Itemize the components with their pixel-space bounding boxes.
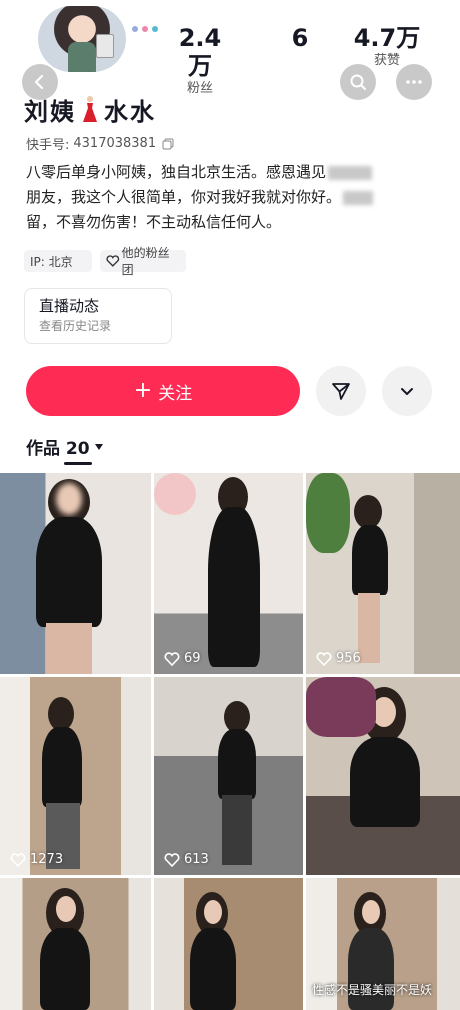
like-count-value: 69 <box>184 651 201 666</box>
video-thumbnail[interactable]: 性感不是骚美丽不是妖 <box>306 878 460 1010</box>
uid-value: 4317038381 <box>73 136 157 151</box>
chevron-down-icon <box>401 388 413 395</box>
like-count: 69 <box>164 651 201 666</box>
fan-group-tag[interactable]: 他的粉丝团 <box>100 246 186 277</box>
profile-bio: 八零后单身小阿姨，独自北京生活。感恩遇见 朋友，我这个人很简单，你对我好我就对你… <box>26 160 436 235</box>
search-button[interactable] <box>340 64 376 100</box>
likes-count: 4.7万 <box>353 24 421 52</box>
caret-down-icon <box>94 443 103 450</box>
heart-outline-icon <box>316 651 332 666</box>
blurred-text <box>343 190 374 205</box>
plus-icon: + <box>133 378 153 403</box>
chevron-left-icon <box>34 74 44 90</box>
like-count: 613 <box>164 852 209 867</box>
fan-group-label: 他的粉丝团 <box>121 246 170 277</box>
expand-button[interactable] <box>382 366 432 416</box>
tab-indicator <box>64 462 92 465</box>
uid-label: 快手号: <box>26 138 70 153</box>
more-dots-icon <box>406 80 422 84</box>
fans-label: 粉丝 <box>186 81 213 96</box>
fans-stat[interactable]: 2.4万 粉丝 <box>168 24 232 98</box>
profile-screen: 2.4万 粉丝 6 4.7万 获赞 刘姨 水水 快手号: 4317038381 … <box>0 0 460 1010</box>
heart-outline-icon <box>106 255 120 267</box>
copy-icon[interactable] <box>162 138 174 150</box>
name-part-2: 水水 <box>104 97 156 126</box>
red-dress-icon <box>83 96 97 122</box>
heart-outline-icon <box>164 651 180 666</box>
video-thumbnail[interactable]: 1273 <box>0 677 151 875</box>
video-thumbnail[interactable] <box>154 878 303 1010</box>
video-thumbnail[interactable]: 69 <box>154 473 303 674</box>
like-count: 956 <box>316 651 361 666</box>
fans-count: 2.4万 <box>178 24 222 80</box>
following-stat[interactable]: 6 <box>270 24 330 52</box>
video-thumbnail[interactable]: 956 <box>306 473 460 674</box>
ip-location-tag: IP: 北京 <box>24 250 92 272</box>
heart-outline-icon <box>10 852 26 867</box>
video-caption: 性感不是骚美丽不是妖 <box>312 983 433 997</box>
profile-name: 刘姨 水水 <box>24 92 156 126</box>
blurred-text <box>328 165 373 180</box>
video-thumbnail[interactable] <box>0 473 151 674</box>
like-count-value: 1273 <box>30 852 64 867</box>
user-id: 快手号: 4317038381 <box>26 134 174 153</box>
name-part-1: 刘姨 <box>24 97 76 126</box>
avatar[interactable] <box>38 6 126 72</box>
video-thumbnail[interactable] <box>0 878 151 1010</box>
video-thumbnail[interactable]: 613 <box>154 677 303 875</box>
search-icon <box>350 74 366 90</box>
like-count-value: 956 <box>336 651 361 666</box>
decoration-dots <box>132 26 158 32</box>
follow-button[interactable]: + 关注 <box>26 366 300 416</box>
heart-outline-icon <box>164 852 180 867</box>
bio-line-3: 留，不喜勿伤害！不主动私信任何人。 <box>26 213 282 231</box>
bio-line-2: 朋友，我这个人很简单，你对我好我就对你好。 <box>26 188 342 206</box>
live-subtitle: 查看历史记录 <box>39 319 112 333</box>
like-count-value: 613 <box>184 852 209 867</box>
bio-line-1: 八零后单身小阿姨，独自北京生活。感恩遇见 <box>26 163 327 181</box>
live-history-card[interactable]: 直播动态 查看历史记录 <box>24 288 172 344</box>
following-count: 6 <box>291 24 309 52</box>
video-thumbnail[interactable] <box>306 677 460 875</box>
share-button[interactable] <box>316 366 366 416</box>
works-tab-label: 作品 20 <box>26 439 90 459</box>
tab-works[interactable]: 作品 20 <box>26 434 104 459</box>
send-icon <box>332 383 350 400</box>
more-button[interactable] <box>396 64 432 100</box>
live-title: 直播动态 <box>39 297 100 315</box>
like-count: 1273 <box>10 852 63 867</box>
follow-label: 关注 <box>158 383 193 404</box>
